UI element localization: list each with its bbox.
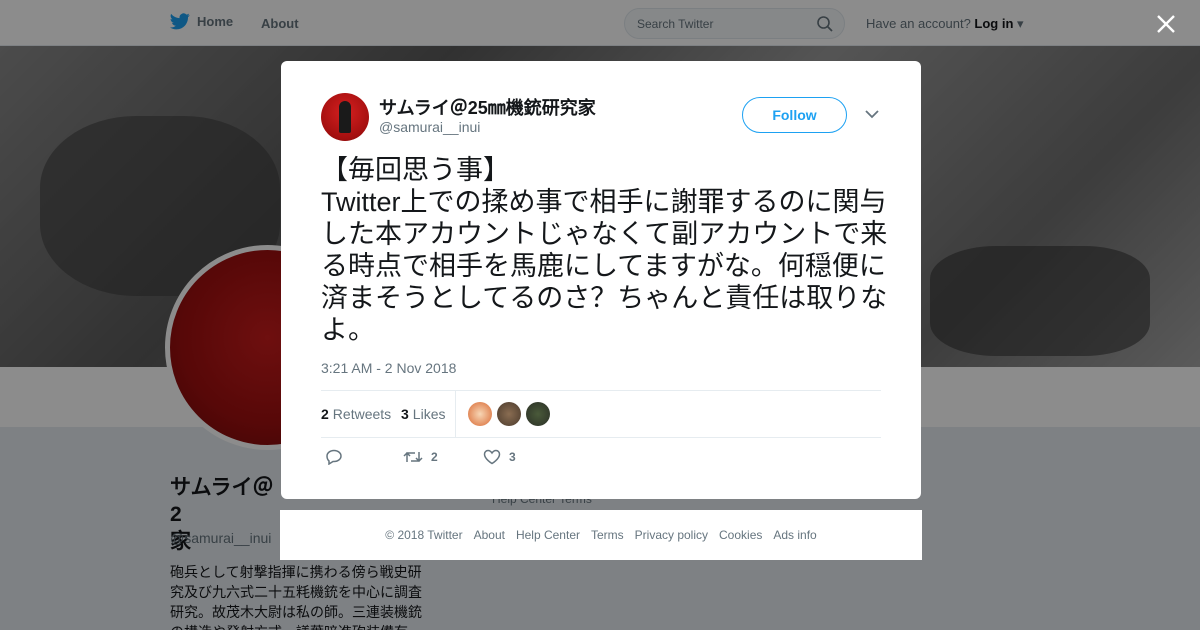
retweet-count: 2 <box>431 450 438 464</box>
footer-link-help-center[interactable]: Help Center <box>516 528 580 542</box>
retweets-count: 2 <box>321 406 329 422</box>
liker-avatar[interactable] <box>526 402 550 426</box>
tweet-timestamp[interactable]: 3:21 AM - 2 Nov 2018 <box>321 360 456 376</box>
footer-link-about[interactable]: About <box>474 528 505 542</box>
chevron-down-icon[interactable] <box>865 109 879 119</box>
follow-button[interactable]: Follow <box>742 97 847 133</box>
tweet-stats: 2 Retweets 3 Likes <box>321 390 881 438</box>
footer-link-ads-info[interactable]: Ads info <box>773 528 816 542</box>
reply-button[interactable] <box>325 449 343 465</box>
footer-link-terms[interactable]: Terms <box>591 528 624 542</box>
likes-label: Likes <box>412 406 446 422</box>
retweet-button[interactable]: 2 <box>403 449 438 465</box>
modal-footer: © 2018 Twitter About Help Center Terms P… <box>280 510 922 560</box>
like-button[interactable]: 3 <box>483 449 516 465</box>
tweet-text: 【毎回思う事】 Twitter上での揉め事で相手に謝罪するのに関与した本アカウン… <box>321 155 888 345</box>
likes-stat[interactable]: 3 Likes <box>401 406 445 422</box>
tweet-actions: 2 3 <box>321 447 881 471</box>
close-icon[interactable] <box>1156 14 1176 34</box>
retweets-label: Retweets <box>332 406 392 422</box>
tweet-modal: サムライ＠25㎜機銃研究家 @samurai__inui Follow 【毎回思… <box>281 61 921 499</box>
tweet-author-avatar[interactable] <box>321 93 369 141</box>
avatar-samurai-figure <box>339 101 351 133</box>
heart-icon <box>483 449 501 465</box>
retweet-icon <box>403 451 423 463</box>
liker-avatar[interactable] <box>497 402 521 426</box>
stats-divider <box>455 391 456 437</box>
footer-link-cookies[interactable]: Cookies <box>719 528 762 542</box>
footer-copyright: © 2018 Twitter <box>385 528 463 542</box>
reply-icon <box>326 449 342 465</box>
retweets-stat[interactable]: 2 Retweets <box>321 406 391 422</box>
like-count: 3 <box>509 450 516 464</box>
tweet-author-handle[interactable]: @samurai__inui <box>379 119 480 135</box>
footer-link-privacy[interactable]: Privacy policy <box>635 528 708 542</box>
likes-count: 3 <box>401 406 409 422</box>
tweet-author-name[interactable]: サムライ＠25㎜機銃研究家 <box>379 94 596 120</box>
liker-avatar[interactable] <box>468 402 492 426</box>
